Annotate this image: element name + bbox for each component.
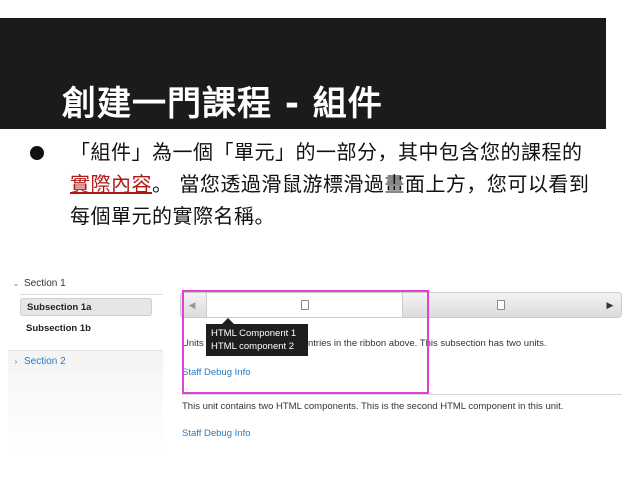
tooltip-line-2: HTML component 2 [211,341,295,352]
unit-description-right: ntries in the ribbon above. This subsect… [308,338,547,349]
embedded-screenshot: ⌄ Section 1 Subsection 1a Subsection 1b … [8,270,630,455]
divider [20,294,163,295]
staff-debug-link-2[interactable]: Staff Debug Info [182,428,251,439]
unit-tab-1[interactable] [206,293,403,317]
chevron-down-icon: ⌄ [12,278,20,288]
sidebar-section-2[interactable]: › Section 2 [8,350,163,372]
chevron-right-icon: › [14,356,18,366]
actual-content-link[interactable]: 實際內容 [70,172,152,196]
bullet-text-part1: 「組件」為一個「單元」的一部分，其中包含您的課程的 [70,140,583,164]
previous-unit-button[interactable]: ◀ [181,293,203,317]
staff-debug-link-1[interactable]: Staff Debug Info [182,367,251,378]
section-2-label: Section 2 [24,355,66,367]
document-icon [496,300,505,310]
bullet-text: 「組件」為一個「單元」的一部分，其中包含您的課程的實際內容。 當您透過滑鼠游標滑… [70,136,600,232]
unit-ribbon: ◀ ▶ [180,292,622,318]
sidebar-subsection-1a[interactable]: Subsection 1a [20,298,152,316]
unit-tooltip: HTML Component 1 HTML component 2 [206,324,308,356]
sidebar-background [8,373,163,455]
course-sidebar: ⌄ Section 1 Subsection 1a Subsection 1b … [8,270,163,455]
unit-tab-2[interactable] [403,293,598,317]
slide-title: 創建一門課程 - 組件 [62,84,383,124]
sidebar-subsection-1b[interactable]: Subsection 1b [20,319,152,337]
bullet-dot [30,146,44,160]
content-divider [182,394,622,395]
unit-description-left: Units [182,338,204,349]
unit-content-text: This unit contains two HTML components. … [182,401,564,412]
tooltip-line-1: HTML Component 1 [211,328,297,339]
sidebar-section-1[interactable]: ⌄ Section 1 [8,272,163,294]
document-icon [300,300,309,310]
next-unit-button[interactable]: ▶ [599,293,621,317]
section-1-label: Section 1 [24,277,66,289]
